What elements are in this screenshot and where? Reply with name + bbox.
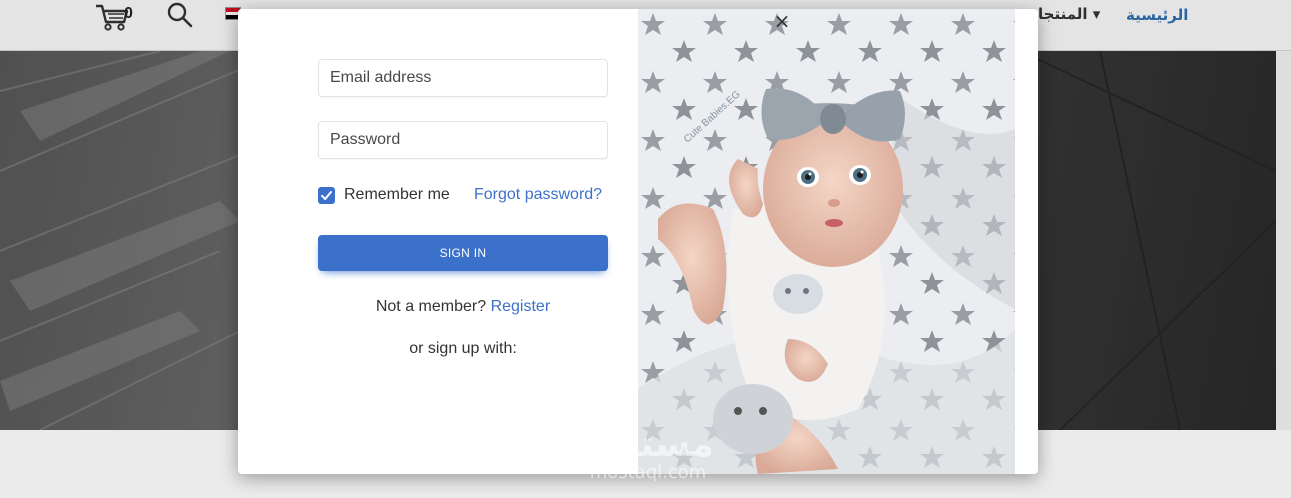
not-member-text: Not a member? [375, 298, 487, 315]
not-member-line: Not a member? Register [238, 298, 688, 316]
sign-up-with-text: or sign up with: [409, 340, 517, 357]
baby-photo: Cute Babies.EG [638, 9, 1015, 474]
remember-me-label[interactable]: Remember me [344, 186, 450, 204]
password-field[interactable] [318, 121, 608, 159]
watermark-latin: mostaql.com [589, 462, 707, 483]
register-link[interactable]: Register [491, 298, 551, 315]
forgot-password-link[interactable]: Forgot password? [474, 186, 602, 204]
remember-me[interactable]: Remember me [318, 186, 450, 204]
login-form: Remember me Forgot password? SIGN IN Not… [238, 9, 638, 474]
sign-in-button[interactable]: SIGN IN [318, 235, 608, 271]
close-icon[interactable]: × [773, 11, 791, 31]
mostaql-watermark: مستقل mostaql.com [578, 425, 718, 483]
email-field[interactable] [318, 59, 608, 97]
login-modal: Remember me Forgot password? SIGN IN Not… [238, 9, 1038, 474]
checkmark-icon [321, 190, 332, 200]
remember-me-checkbox[interactable] [318, 186, 335, 204]
watermark-arabic: مستقل [582, 424, 714, 465]
